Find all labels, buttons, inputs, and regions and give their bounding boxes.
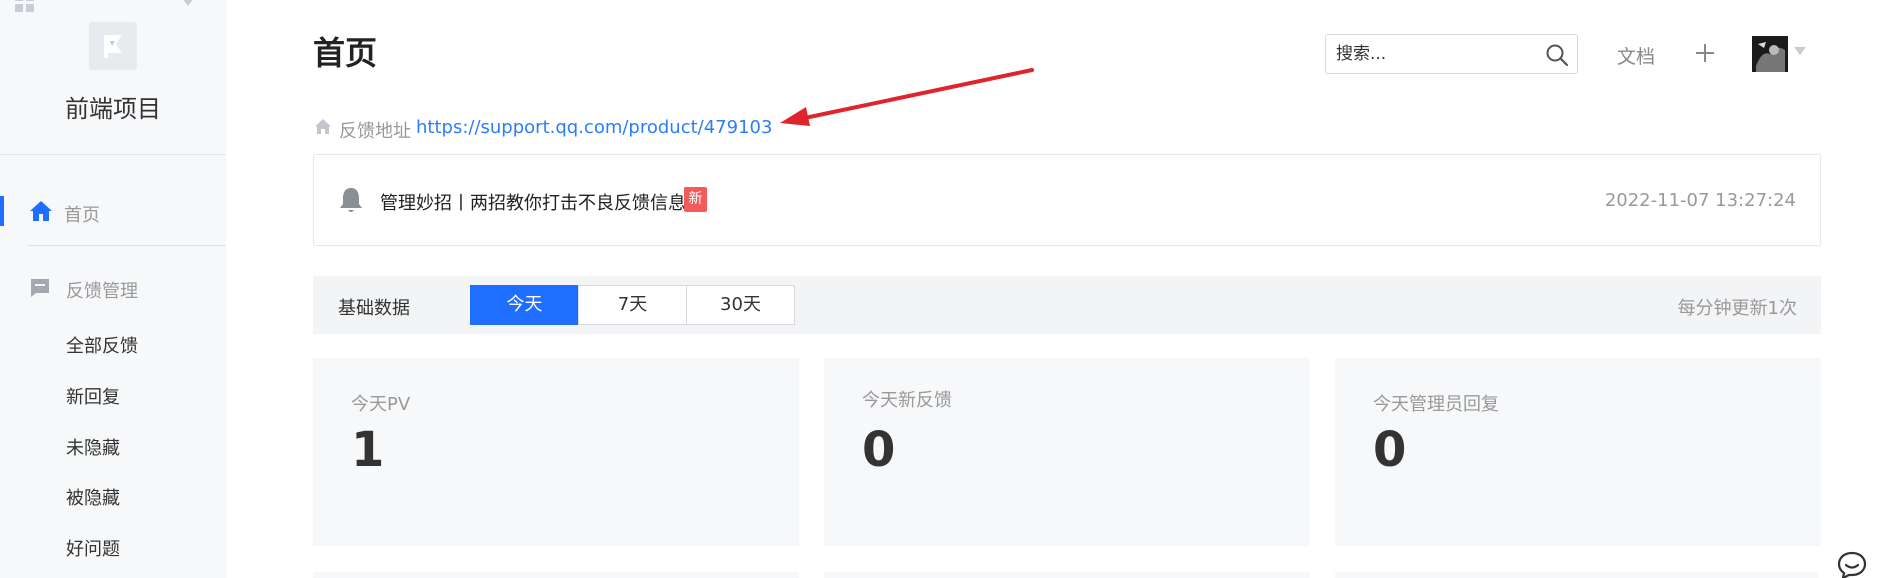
home-icon <box>30 201 52 221</box>
sidebar-item-home[interactable]: 首页 <box>0 192 226 232</box>
sidebar-item-label: 首页 <box>64 205 100 226</box>
metric-value: 0 <box>862 422 896 478</box>
project-name: 前端项目 <box>65 95 161 123</box>
avatar-image <box>1752 36 1788 72</box>
message-icon <box>31 279 49 297</box>
stats-label: 基础数据 <box>338 298 410 319</box>
search-icon[interactable] <box>1545 43 1569 67</box>
flag-logo-icon <box>104 35 122 58</box>
apps-icon[interactable] <box>14 0 36 14</box>
search-input[interactable] <box>1336 43 1526 65</box>
home-icon <box>315 119 331 134</box>
metric-card-pv: 今天PV 1 <box>313 358 799 546</box>
metric-card-row2 <box>313 572 799 578</box>
sidebar: 前端项目 首页 反馈管理 全部反馈 新回复 未隐藏 被隐藏 好问题 <box>0 0 226 578</box>
page-title: 首页 <box>313 34 378 72</box>
notice-timestamp: 2022-11-07 13:27:24 <box>1604 190 1796 211</box>
plus-icon[interactable] <box>1694 42 1716 64</box>
annotation-arrow <box>780 68 1034 126</box>
project-logo[interactable] <box>89 22 137 70</box>
chevron-down-icon[interactable] <box>1794 47 1806 55</box>
metric-label: 今天PV <box>351 394 411 415</box>
tab-30-days[interactable]: 30天 <box>686 285 795 325</box>
tab-7-days[interactable]: 7天 <box>578 285 687 325</box>
metric-card-admin-replies: 今天管理员回复 0 <box>1335 358 1821 546</box>
sidebar-item-good-questions[interactable]: 好问题 <box>66 535 120 561</box>
sidebar-item-hidden[interactable]: 被隐藏 <box>66 484 120 510</box>
tab-today[interactable]: 今天 <box>470 285 579 325</box>
sidebar-item-all-feedback[interactable]: 全部反馈 <box>66 332 138 358</box>
nav-divider <box>27 245 226 246</box>
metric-label: 今天管理员回复 <box>1373 394 1499 415</box>
search-box[interactable] <box>1325 34 1578 74</box>
metric-card-row2 <box>824 572 1310 578</box>
sidebar-group-label: 反馈管理 <box>66 281 138 302</box>
metric-value: 0 <box>1373 422 1407 478</box>
update-frequency-note: 每分钟更新1次 <box>1677 298 1797 319</box>
metric-card-new-feedback: 今天新反馈 0 <box>824 358 1310 546</box>
notice-title[interactable]: 管理妙招丨两招教你打击不良反馈信息 <box>380 189 686 215</box>
metric-value: 1 <box>351 422 385 478</box>
sidebar-group-feedback[interactable]: 反馈管理 <box>0 268 226 308</box>
metric-label: 今天新反馈 <box>862 390 952 411</box>
range-tabs: 今天 7天 30天 <box>470 285 795 325</box>
sidebar-divider <box>0 154 226 155</box>
sidebar-item-unhidden[interactable]: 未隐藏 <box>66 434 120 460</box>
feedback-address-link[interactable]: https://support.qq.com/product/479103 <box>416 117 772 138</box>
active-indicator <box>0 196 4 226</box>
notice-card[interactable]: 管理妙招丨两招教你打击不良反馈信息 新 2022-11-07 13:27:24 <box>313 154 1821 246</box>
avatar[interactable] <box>1752 36 1788 72</box>
metric-card-row2 <box>1335 572 1821 578</box>
chevron-down-icon[interactable] <box>180 0 196 10</box>
chat-icon[interactable] <box>1836 550 1868 578</box>
docs-link[interactable]: 文档 <box>1617 42 1655 69</box>
new-badge: 新 <box>684 187 707 212</box>
stats-header: 基础数据 今天 7天 30天 每分钟更新1次 <box>313 276 1821 334</box>
sidebar-item-new-reply[interactable]: 新回复 <box>66 383 120 409</box>
app-root: 前端项目 首页 反馈管理 全部反馈 新回复 未隐藏 被隐藏 好问题 首页 搜索.… <box>0 0 1889 578</box>
feedback-address-label: 反馈地址 <box>339 121 411 142</box>
bell-icon <box>340 188 362 212</box>
